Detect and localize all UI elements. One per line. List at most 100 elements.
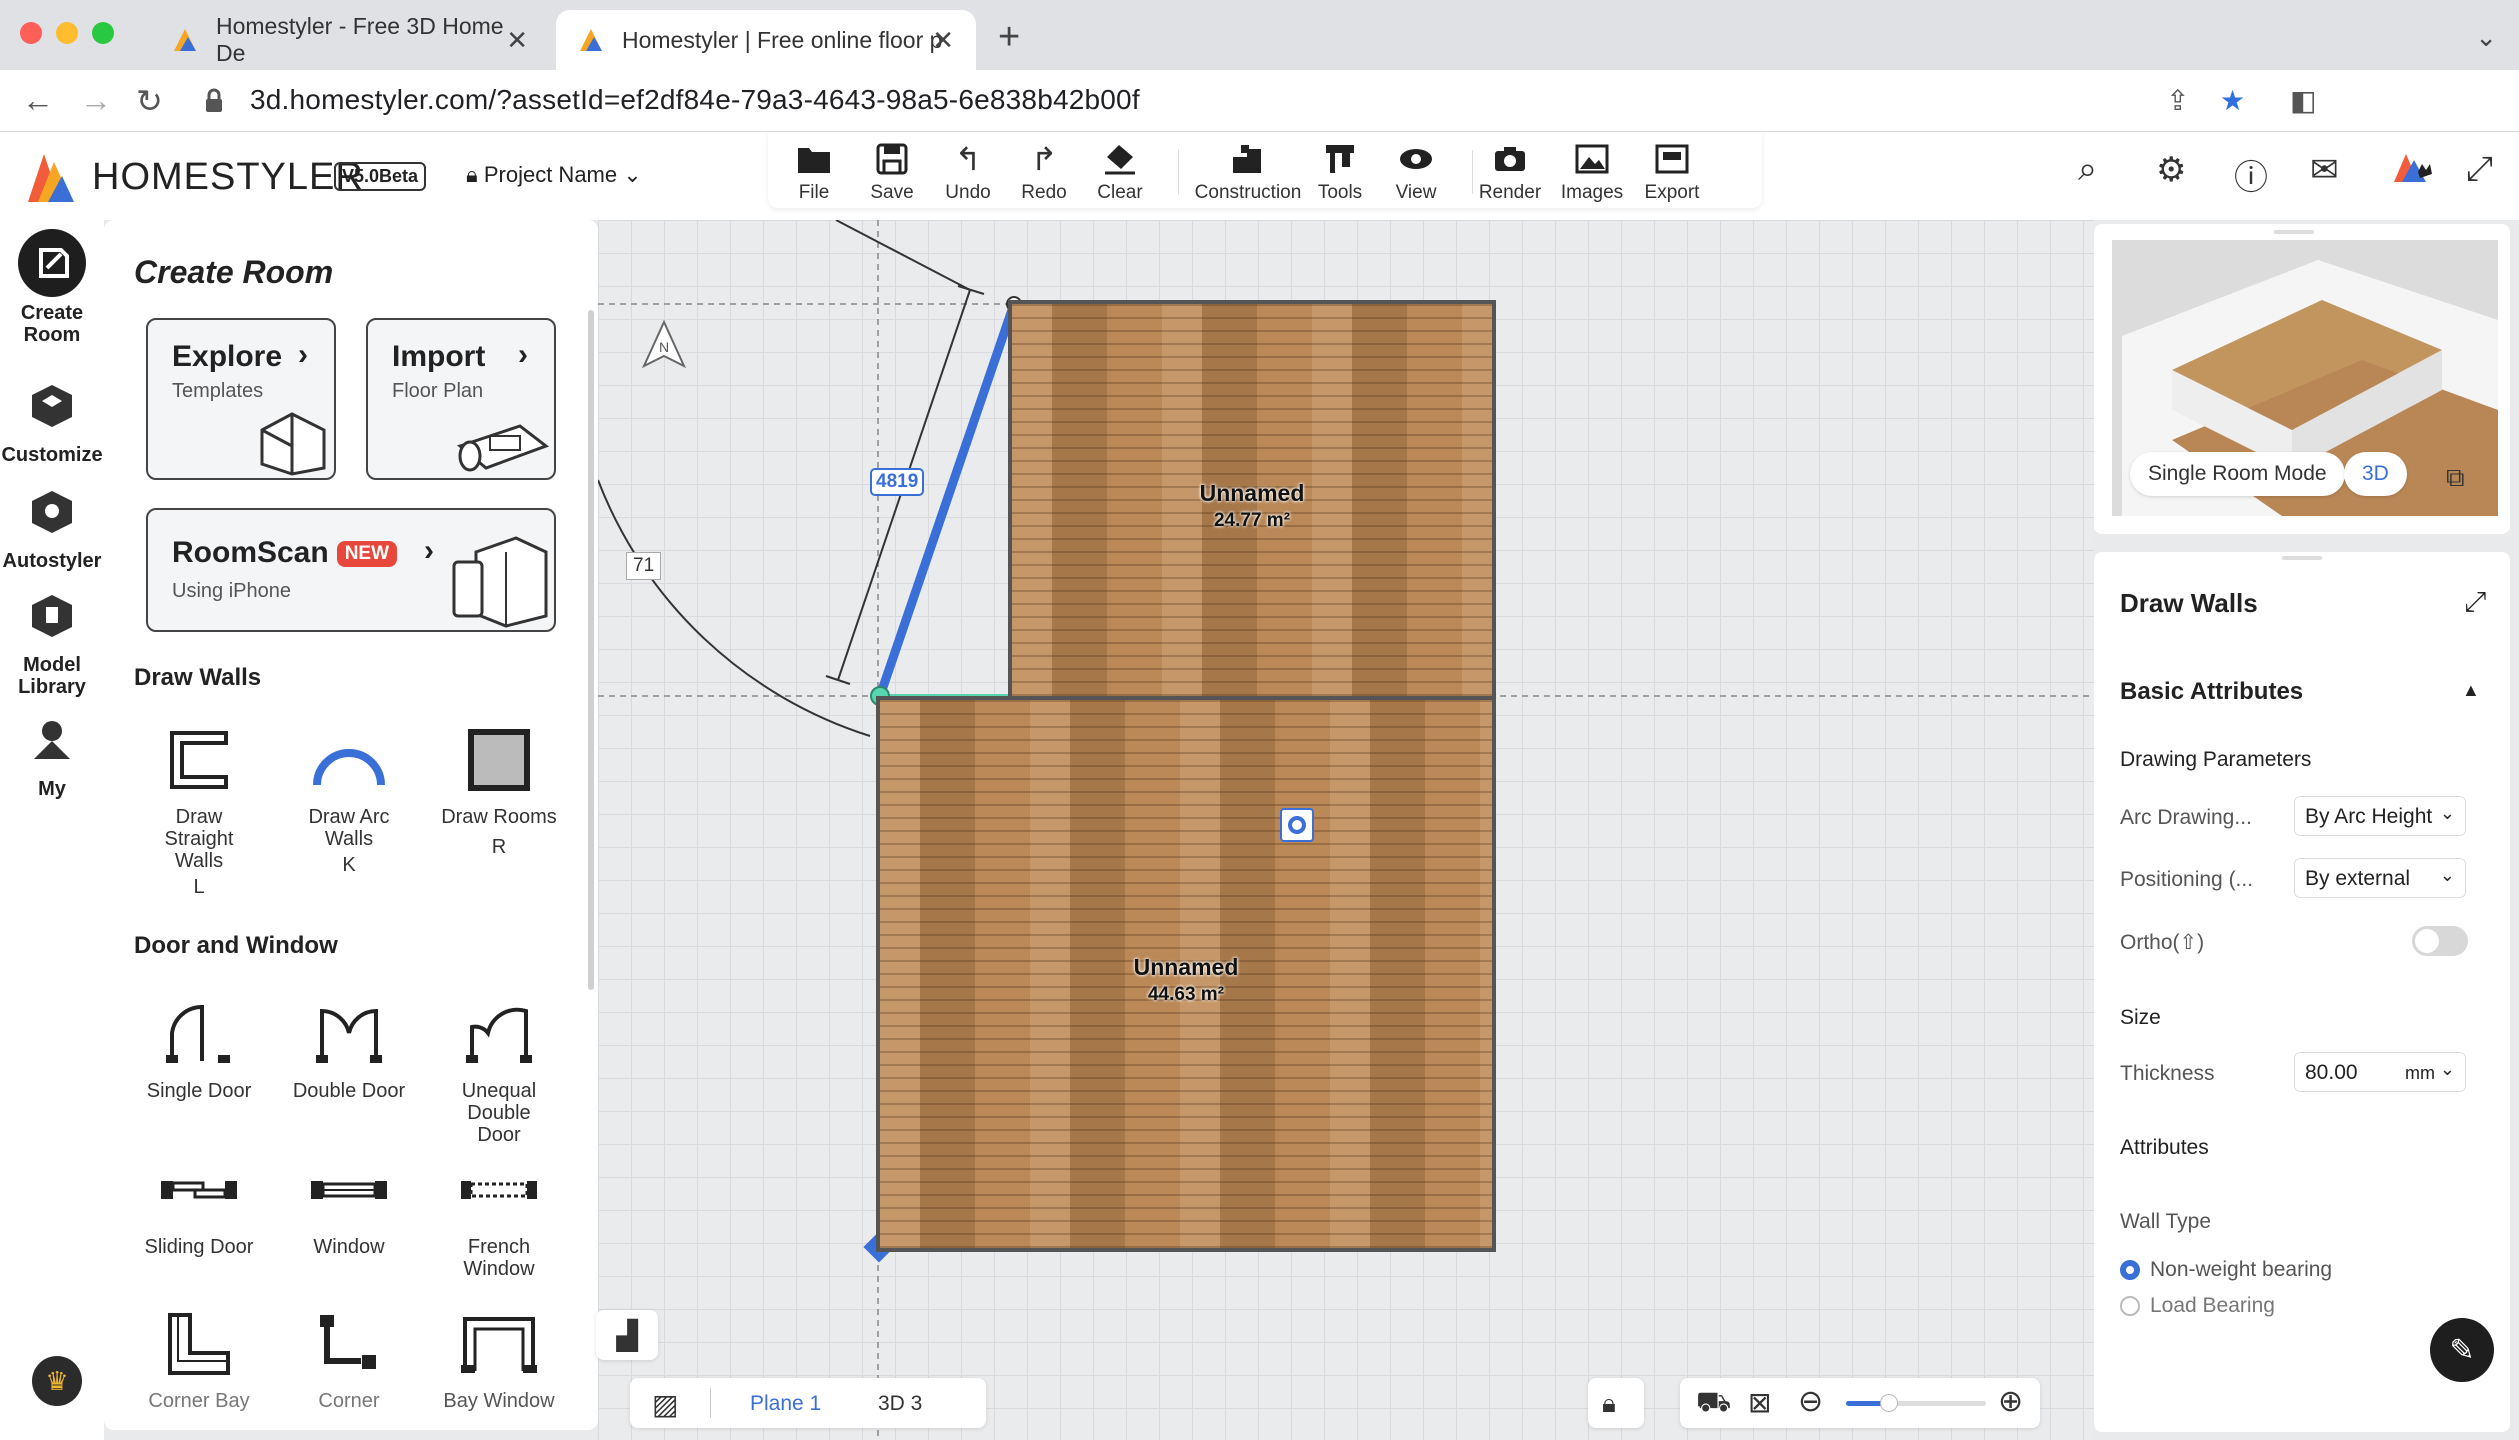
sliding-door-tool[interactable]: Sliding Door — [124, 1150, 274, 1258]
collapse-triangle-icon[interactable]: ▲ — [2462, 680, 2480, 701]
room-lower[interactable]: Unnamed 44.63 m² — [876, 696, 1496, 1252]
room-center-handle-icon[interactable] — [1280, 808, 1314, 842]
thickness-input[interactable]: 80.00 mm ⌄ — [2294, 1052, 2466, 1092]
rail-item-customize[interactable]: Customize — [0, 370, 104, 466]
close-window-button[interactable] — [20, 22, 42, 44]
camera-view-icon[interactable]: ⛟ — [1696, 1386, 1731, 1422]
roomscan-card[interactable]: RoomScan NEW › Using iPhone — [146, 508, 556, 632]
render-button[interactable]: Render — [1470, 140, 1550, 204]
tab-title: Homestyler - Free 3D Home De — [216, 13, 504, 66]
new-tab-icon[interactable]: + — [998, 16, 1020, 59]
sidebar-toggle-icon[interactable]: ◧ — [2290, 84, 2316, 117]
draw-rooms-tool[interactable]: Draw Rooms R — [424, 720, 574, 858]
rail-item-create-room[interactable]: Create Room — [0, 228, 104, 346]
folder-icon — [774, 140, 854, 178]
bookmark-star-icon[interactable]: ★ — [2220, 84, 2245, 117]
feedback-edit-icon[interactable]: ✎ — [2430, 1318, 2494, 1382]
crown-premium-icon[interactable]: ♛ — [32, 1356, 82, 1406]
url-field[interactable]: 3d.homestyler.com/?assetId=ef2df84e-79a3… — [250, 84, 1140, 116]
help-icon[interactable]: ⓘ — [2234, 150, 2268, 199]
thickness-label: Thickness — [2120, 1062, 2215, 1085]
export-button[interactable]: Export — [1632, 140, 1712, 204]
file-button[interactable]: File — [774, 140, 854, 204]
project-name-dropdown[interactable]: 🔒︎ Project Name ⌄ — [466, 162, 642, 188]
lock-view-button[interactable]: 🔒︎ — [1588, 1378, 1644, 1428]
rail-item-autostyler[interactable]: Autostyler — [0, 476, 104, 572]
expand-icon[interactable]: ⤢ — [2464, 586, 2486, 619]
construction-button[interactable]: Construction — [1188, 140, 1308, 204]
chevron-down-icon: ⌄ — [2439, 865, 2455, 885]
floor-plan-canvas[interactable]: N Unnamed 24.77 m² Unnamed 44.63 m² 4819… — [596, 220, 2094, 1440]
single-room-mode-button[interactable]: Single Room Mode — [2130, 452, 2345, 496]
back-arrow-icon[interactable]: ← — [22, 82, 54, 119]
bay-window-tool[interactable]: Bay Window — [424, 1304, 574, 1412]
zoom-out-icon[interactable]: ⊖ — [1798, 1384, 1823, 1419]
left-rail: Create Room Customize Autostyler Model L… — [0, 220, 104, 1440]
arc-drawing-select[interactable]: By Arc Height ⌄ — [2294, 796, 2466, 836]
save-button[interactable]: Save — [852, 140, 932, 204]
unequal-double-door-tool[interactable]: Unequal Double Door — [424, 994, 574, 1146]
tab-list-chevron-icon[interactable]: ⌄ — [2475, 22, 2497, 53]
rail-item-model-library[interactable]: Model Library — [0, 580, 104, 698]
double-door-tool[interactable]: Double Door — [274, 994, 424, 1102]
positioning-select[interactable]: By external ⌄ — [2294, 858, 2466, 898]
wall-length-input[interactable]: 4819 — [870, 468, 925, 496]
user-avatar-icon[interactable] — [2392, 150, 2434, 193]
new-badge: NEW — [336, 541, 398, 568]
unequal-double-door-icon — [424, 994, 574, 1074]
add-floor-button[interactable]: ▟ — [596, 1310, 658, 1360]
load-bearing-radio[interactable] — [2120, 1296, 2140, 1316]
clear-button[interactable]: Clear — [1080, 140, 1160, 204]
window-tool[interactable]: Window — [274, 1150, 424, 1258]
minimize-window-button[interactable] — [56, 22, 78, 44]
view-button[interactable]: View — [1376, 140, 1456, 204]
reload-icon[interactable]: ↻ — [136, 82, 163, 120]
floorplan-search-icon[interactable]: ⌕ — [2078, 150, 2097, 189]
zoom-slider[interactable] — [1846, 1394, 1986, 1412]
popout-icon[interactable]: ⧉ — [2446, 462, 2465, 494]
browser-tab-1[interactable]: Homestyler - Free 3D Home De ✕ — [150, 10, 550, 70]
redo-button[interactable]: ↱ Redo — [1004, 140, 1084, 204]
close-tab-icon[interactable]: ✕ — [932, 25, 954, 56]
mail-icon[interactable]: ✉ — [2310, 150, 2339, 190]
zoom-in-icon[interactable]: ⊕ — [1998, 1384, 2023, 1419]
fullscreen-icon[interactable]: ⤢ — [2466, 150, 2493, 189]
panel-scrollbar[interactable] — [588, 310, 594, 990]
draw-arc-walls-tool[interactable]: Draw Arc Walls K — [274, 720, 424, 876]
single-door-tool[interactable]: Single Door — [124, 994, 274, 1102]
undo-button[interactable]: ↰ Undo — [928, 140, 1008, 204]
drawing-parameters-label: Drawing Parameters — [2120, 748, 2312, 771]
maximize-window-button[interactable] — [92, 22, 114, 44]
arc-drawing-label: Arc Drawing... — [2120, 806, 2252, 829]
compass-icon[interactable]: N — [642, 320, 686, 368]
import-floor-plan-card[interactable]: Import › Floor Plan — [366, 318, 556, 480]
share-icon[interactable]: ⇪ — [2166, 84, 2189, 117]
basic-attributes-heading[interactable]: Basic Attributes — [2120, 678, 2303, 706]
forward-arrow-icon[interactable]: → — [80, 82, 112, 119]
corner-bay-tool[interactable]: Corner Bay — [124, 1304, 274, 1412]
fit-view-icon[interactable]: ⊠ — [1748, 1386, 1771, 1419]
images-button[interactable]: Images — [1552, 140, 1632, 204]
browser-tab-2[interactable]: Homestyler | Free online floor p ✕ — [556, 10, 976, 70]
tools-button[interactable]: Tools — [1300, 140, 1380, 204]
3d-mode-button[interactable]: 3D — [2344, 452, 2407, 496]
non-weight-bearing-radio[interactable] — [2120, 1260, 2140, 1280]
french-window-tool[interactable]: French Window — [424, 1150, 574, 1280]
plan-view-icon[interactable]: ▨ — [652, 1388, 678, 1421]
plane-selector[interactable]: Plane 1 — [750, 1392, 821, 1416]
gear-icon[interactable]: ⚙ — [2156, 150, 2186, 190]
3d-view-selector[interactable]: 3D 3 — [878, 1392, 922, 1416]
single-door-icon — [124, 994, 274, 1074]
floor-plan-scroll-icon — [456, 424, 550, 472]
rail-item-my[interactable]: My — [0, 704, 104, 800]
draw-straight-walls-tool[interactable]: Draw Straight Walls L — [124, 720, 274, 898]
close-tab-icon[interactable]: ✕ — [506, 25, 528, 56]
corner-window-tool[interactable]: Corner — [274, 1304, 424, 1412]
explore-templates-card[interactable]: Explore › Templates — [146, 318, 336, 480]
corner-bay-icon — [124, 1304, 274, 1384]
svg-text:N: N — [659, 339, 669, 355]
room-upper[interactable]: Unnamed 24.77 m² — [1008, 300, 1496, 700]
ortho-toggle[interactable] — [2412, 926, 2468, 956]
chevron-right-icon: › — [518, 338, 528, 371]
bay-window-icon — [424, 1304, 574, 1384]
